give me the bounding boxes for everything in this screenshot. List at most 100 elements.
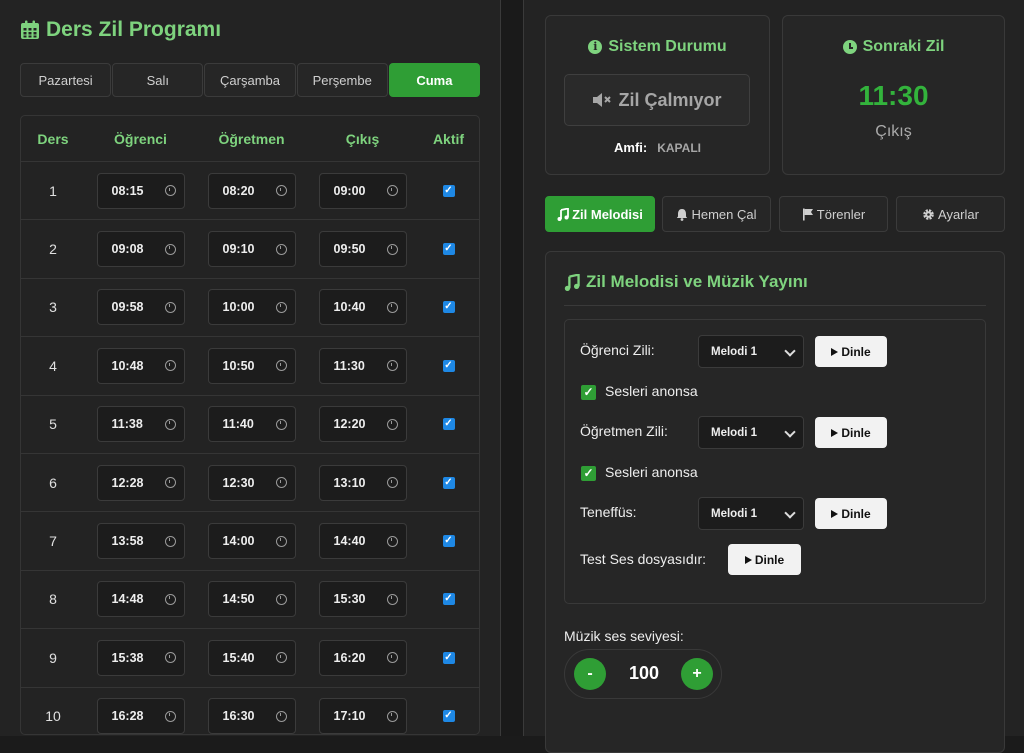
test-listen-button[interactable]: Dinle [728, 544, 801, 575]
teacher-announce-checkbox[interactable]: ✓ [581, 466, 596, 481]
test-sound-label: Test Ses dosyasıdır: [580, 551, 707, 567]
tab-pazartesi[interactable]: Pazartesi [20, 63, 112, 97]
volume-plus-button[interactable]: + [681, 658, 713, 690]
time-value: 16:20 [333, 650, 366, 665]
teacher-time-input-cell: 14:50 [196, 581, 307, 618]
table-row: 1 08:15 08:20 09:00 ✓ [21, 162, 479, 221]
student-time-input[interactable]: 14:48 [96, 581, 185, 618]
teacher-time-input[interactable]: 10:00 [207, 289, 296, 326]
student-time-input[interactable]: 11:38 [96, 406, 185, 443]
ders-number: 5 [49, 416, 57, 433]
teacher-time-input-cell: 15:40 [196, 639, 307, 676]
exit-time-input[interactable]: 15:30 [318, 581, 407, 618]
aktif-checkbox[interactable]: ✓ [442, 301, 455, 314]
aktif-checkbox[interactable]: ✓ [442, 535, 455, 548]
exit-time-input[interactable]: 09:00 [318, 172, 407, 209]
panel-divider [501, 0, 523, 736]
aktif-checkbox[interactable]: ✓ [442, 710, 455, 723]
time-value: 10:40 [333, 300, 366, 315]
info-icon: i [588, 40, 603, 54]
teacher-time-input[interactable]: 11:40 [207, 406, 296, 443]
teacher-time-input[interactable]: 08:20 [207, 172, 296, 209]
aktif-cell: ✓ [418, 359, 479, 372]
student-announce-checkbox[interactable]: ✓ [581, 385, 596, 400]
aktif-checkbox[interactable]: ✓ [442, 651, 455, 664]
student-time-input[interactable]: 09:08 [96, 231, 185, 268]
mute-icon [593, 93, 612, 107]
clock-icon [164, 593, 176, 605]
exit-time-input[interactable]: 17:10 [318, 698, 407, 734]
exit-time-input-cell: 09:00 [307, 172, 418, 209]
nav-ceremonies-button[interactable]: Törenler [779, 196, 888, 232]
schedule-table: Ders Öğrenci Öğretmen Çıkış Aktif 1 08:1… [20, 115, 480, 735]
time-value: 09:58 [111, 300, 144, 315]
aktif-checkbox[interactable]: ✓ [442, 359, 455, 372]
exit-time-input-cell: 15:30 [307, 581, 418, 618]
melody-panel-title-text: Zil Melodisi ve Müzik Yayını [586, 272, 808, 291]
student-melody-select[interactable]: Melodi 1 [698, 335, 804, 368]
tab-carsamba[interactable]: Çarşamba [204, 63, 296, 97]
exit-time-input[interactable]: 10:40 [318, 289, 407, 326]
teacher-time-input[interactable]: 14:50 [207, 581, 296, 618]
tab-sali[interactable]: Salı [112, 63, 204, 97]
ders-number: 9 [49, 649, 57, 666]
student-time-input[interactable]: 13:58 [96, 523, 185, 560]
clock-icon [164, 535, 176, 547]
volume-minus-button[interactable]: - [574, 658, 606, 690]
exit-time-input[interactable]: 14:40 [318, 523, 407, 560]
time-value: 12:20 [333, 417, 366, 432]
student-time-input[interactable]: 15:38 [96, 639, 185, 676]
next-bell-time: 11:30 [858, 80, 929, 111]
table-row: 2 09:08 09:10 09:50 ✓ [21, 220, 479, 279]
amfi-status: Amfi: KAPALI [546, 140, 769, 155]
teacher-time-input[interactable]: 14:00 [207, 523, 296, 560]
student-listen-button[interactable]: Dinle [815, 336, 887, 367]
student-time-input-cell: 16:28 [85, 698, 196, 734]
aktif-cell: ✓ [418, 301, 479, 314]
teacher-time-input[interactable]: 16:30 [207, 698, 296, 734]
student-time-input[interactable]: 08:15 [96, 172, 185, 209]
student-time-input[interactable]: 12:28 [96, 464, 185, 501]
teacher-listen-button[interactable]: Dinle [815, 417, 887, 448]
nav-melody-label: Zil Melodisi [572, 206, 643, 222]
teacher-time-input[interactable]: 10:50 [207, 347, 296, 384]
volume-label: Müzik ses seviyesi: [564, 628, 684, 644]
exit-time-input[interactable]: 09:50 [318, 231, 407, 268]
listen-label: Dinle [754, 552, 785, 567]
time-value: 13:58 [111, 534, 144, 549]
aktif-checkbox[interactable]: ✓ [442, 418, 455, 431]
nav-settings-button[interactable]: Ayarlar [896, 196, 1005, 232]
aktif-checkbox[interactable]: ✓ [442, 593, 455, 606]
teacher-time-input[interactable]: 09:10 [207, 231, 296, 268]
break-melody-select[interactable]: Melodi 1 [698, 497, 804, 530]
student-bell-label: Öğrenci Zili: [580, 342, 655, 358]
teacher-melody-select[interactable]: Melodi 1 [698, 416, 804, 449]
aktif-checkbox[interactable]: ✓ [442, 476, 455, 489]
teacher-time-input-cell: 11:40 [196, 406, 307, 443]
exit-time-input[interactable]: 16:20 [318, 639, 407, 676]
aktif-checkbox[interactable]: ✓ [442, 243, 455, 256]
teacher-announce-label: Sesleri anonsa [605, 464, 698, 480]
break-listen-button[interactable]: Dinle [815, 498, 887, 529]
teacher-time-input-cell: 10:00 [196, 289, 307, 326]
clock-icon [386, 535, 398, 547]
aktif-checkbox[interactable]: ✓ [442, 184, 455, 197]
student-time-input[interactable]: 16:28 [96, 698, 185, 734]
tab-cuma[interactable]: Cuma [388, 63, 481, 97]
nav-melody-button[interactable]: Zil Melodisi [545, 196, 655, 232]
table-row: 5 11:38 11:40 12:20 ✓ [21, 396, 479, 454]
tab-persembe[interactable]: Perşembe [296, 63, 388, 97]
break-melody-value: Melodi 1 [711, 507, 758, 520]
time-value: 16:30 [222, 709, 255, 724]
nav-ring-now-button[interactable]: Hemen Çal [662, 196, 771, 232]
exit-time-input[interactable]: 12:20 [318, 406, 407, 443]
aktif-cell: ✓ [418, 243, 479, 256]
exit-time-input[interactable]: 11:30 [318, 347, 407, 384]
exit-time-input[interactable]: 13:10 [318, 464, 407, 501]
student-melody-value: Melodi 1 [711, 345, 758, 358]
student-time-input[interactable]: 10:48 [96, 347, 185, 384]
teacher-time-input[interactable]: 12:30 [207, 464, 296, 501]
clock-icon [275, 418, 287, 430]
teacher-time-input[interactable]: 15:40 [207, 639, 296, 676]
student-time-input[interactable]: 09:58 [96, 289, 185, 326]
